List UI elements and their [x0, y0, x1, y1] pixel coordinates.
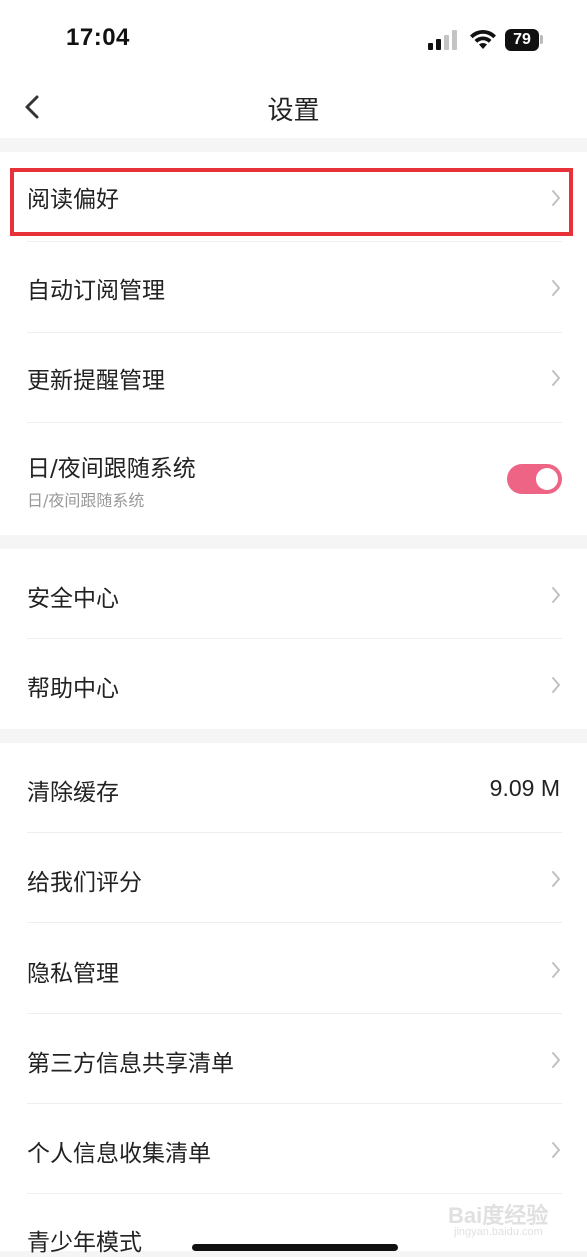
signal-icon	[428, 30, 457, 50]
settings-row-update-reminder[interactable]: 更新提醒管理	[27, 333, 562, 423]
chevron-right-icon	[552, 280, 560, 296]
settings-row-security-center[interactable]: 安全中心	[27, 549, 562, 639]
row-label: 自动订阅管理	[27, 278, 165, 304]
row-label: 隐私管理	[27, 961, 119, 987]
settings-row-rate-us[interactable]: 给我们评分	[27, 833, 562, 923]
settings-row-clear-cache[interactable]: 清除缓存 9.09 M	[27, 743, 562, 833]
settings-row-help-center[interactable]: 帮助中心	[27, 639, 562, 729]
highlight-box	[10, 168, 573, 236]
toggle-knob	[536, 468, 558, 490]
chevron-right-icon	[552, 370, 560, 386]
row-label: 青少年模式	[27, 1230, 142, 1256]
chevron-right-icon	[552, 587, 560, 603]
settings-row-third-party-sharing[interactable]: 第三方信息共享清单	[27, 1014, 562, 1104]
row-label: 第三方信息共享清单	[27, 1051, 234, 1077]
settings-row-personal-info-collection[interactable]: 个人信息收集清单	[27, 1104, 562, 1194]
home-indicator	[192, 1244, 398, 1251]
settings-row-auto-subscribe[interactable]: 自动订阅管理	[27, 243, 562, 333]
nav-bar: 设置	[0, 80, 587, 138]
row-label: 帮助中心	[27, 676, 119, 702]
cache-size-value: 9.09 M	[489, 775, 560, 801]
day-night-toggle[interactable]	[507, 464, 562, 494]
row-label: 更新提醒管理	[27, 368, 165, 394]
chevron-right-icon	[552, 677, 560, 693]
page-title: 设置	[267, 96, 320, 126]
row-label: 给我们评分	[27, 870, 142, 896]
settings-row-day-night: 日/夜间跟随系统 日/夜间跟随系统	[27, 423, 562, 535]
chevron-right-icon	[552, 871, 560, 887]
row-sublabel: 日/夜间跟随系统	[27, 491, 145, 510]
watermark-sub: jingyan.baidu.com	[454, 1226, 543, 1238]
row-label: 日/夜间跟随系统	[27, 456, 196, 482]
status-bar: 17:04 79	[0, 0, 587, 80]
row-label: 个人信息收集清单	[27, 1141, 211, 1167]
battery-level: 79	[513, 31, 531, 48]
settings-group-support: 安全中心 帮助中心	[0, 549, 587, 729]
status-time: 17:04	[66, 24, 130, 51]
row-label: 清除缓存	[27, 780, 119, 806]
settings-row-privacy[interactable]: 隐私管理	[27, 924, 562, 1014]
chevron-right-icon	[552, 962, 560, 978]
chevron-right-icon	[552, 1052, 560, 1068]
battery-cap	[540, 35, 543, 44]
watermark: Bai度经验 jingyan.baidu.com	[448, 1198, 580, 1242]
row-label: 安全中心	[27, 586, 119, 612]
wifi-icon	[470, 29, 496, 49]
chevron-right-icon	[552, 1142, 560, 1158]
settings-group-general: 清除缓存 9.09 M 给我们评分 隐私管理 第三方信息共享清单 个人信息收集清…	[0, 743, 587, 1256]
